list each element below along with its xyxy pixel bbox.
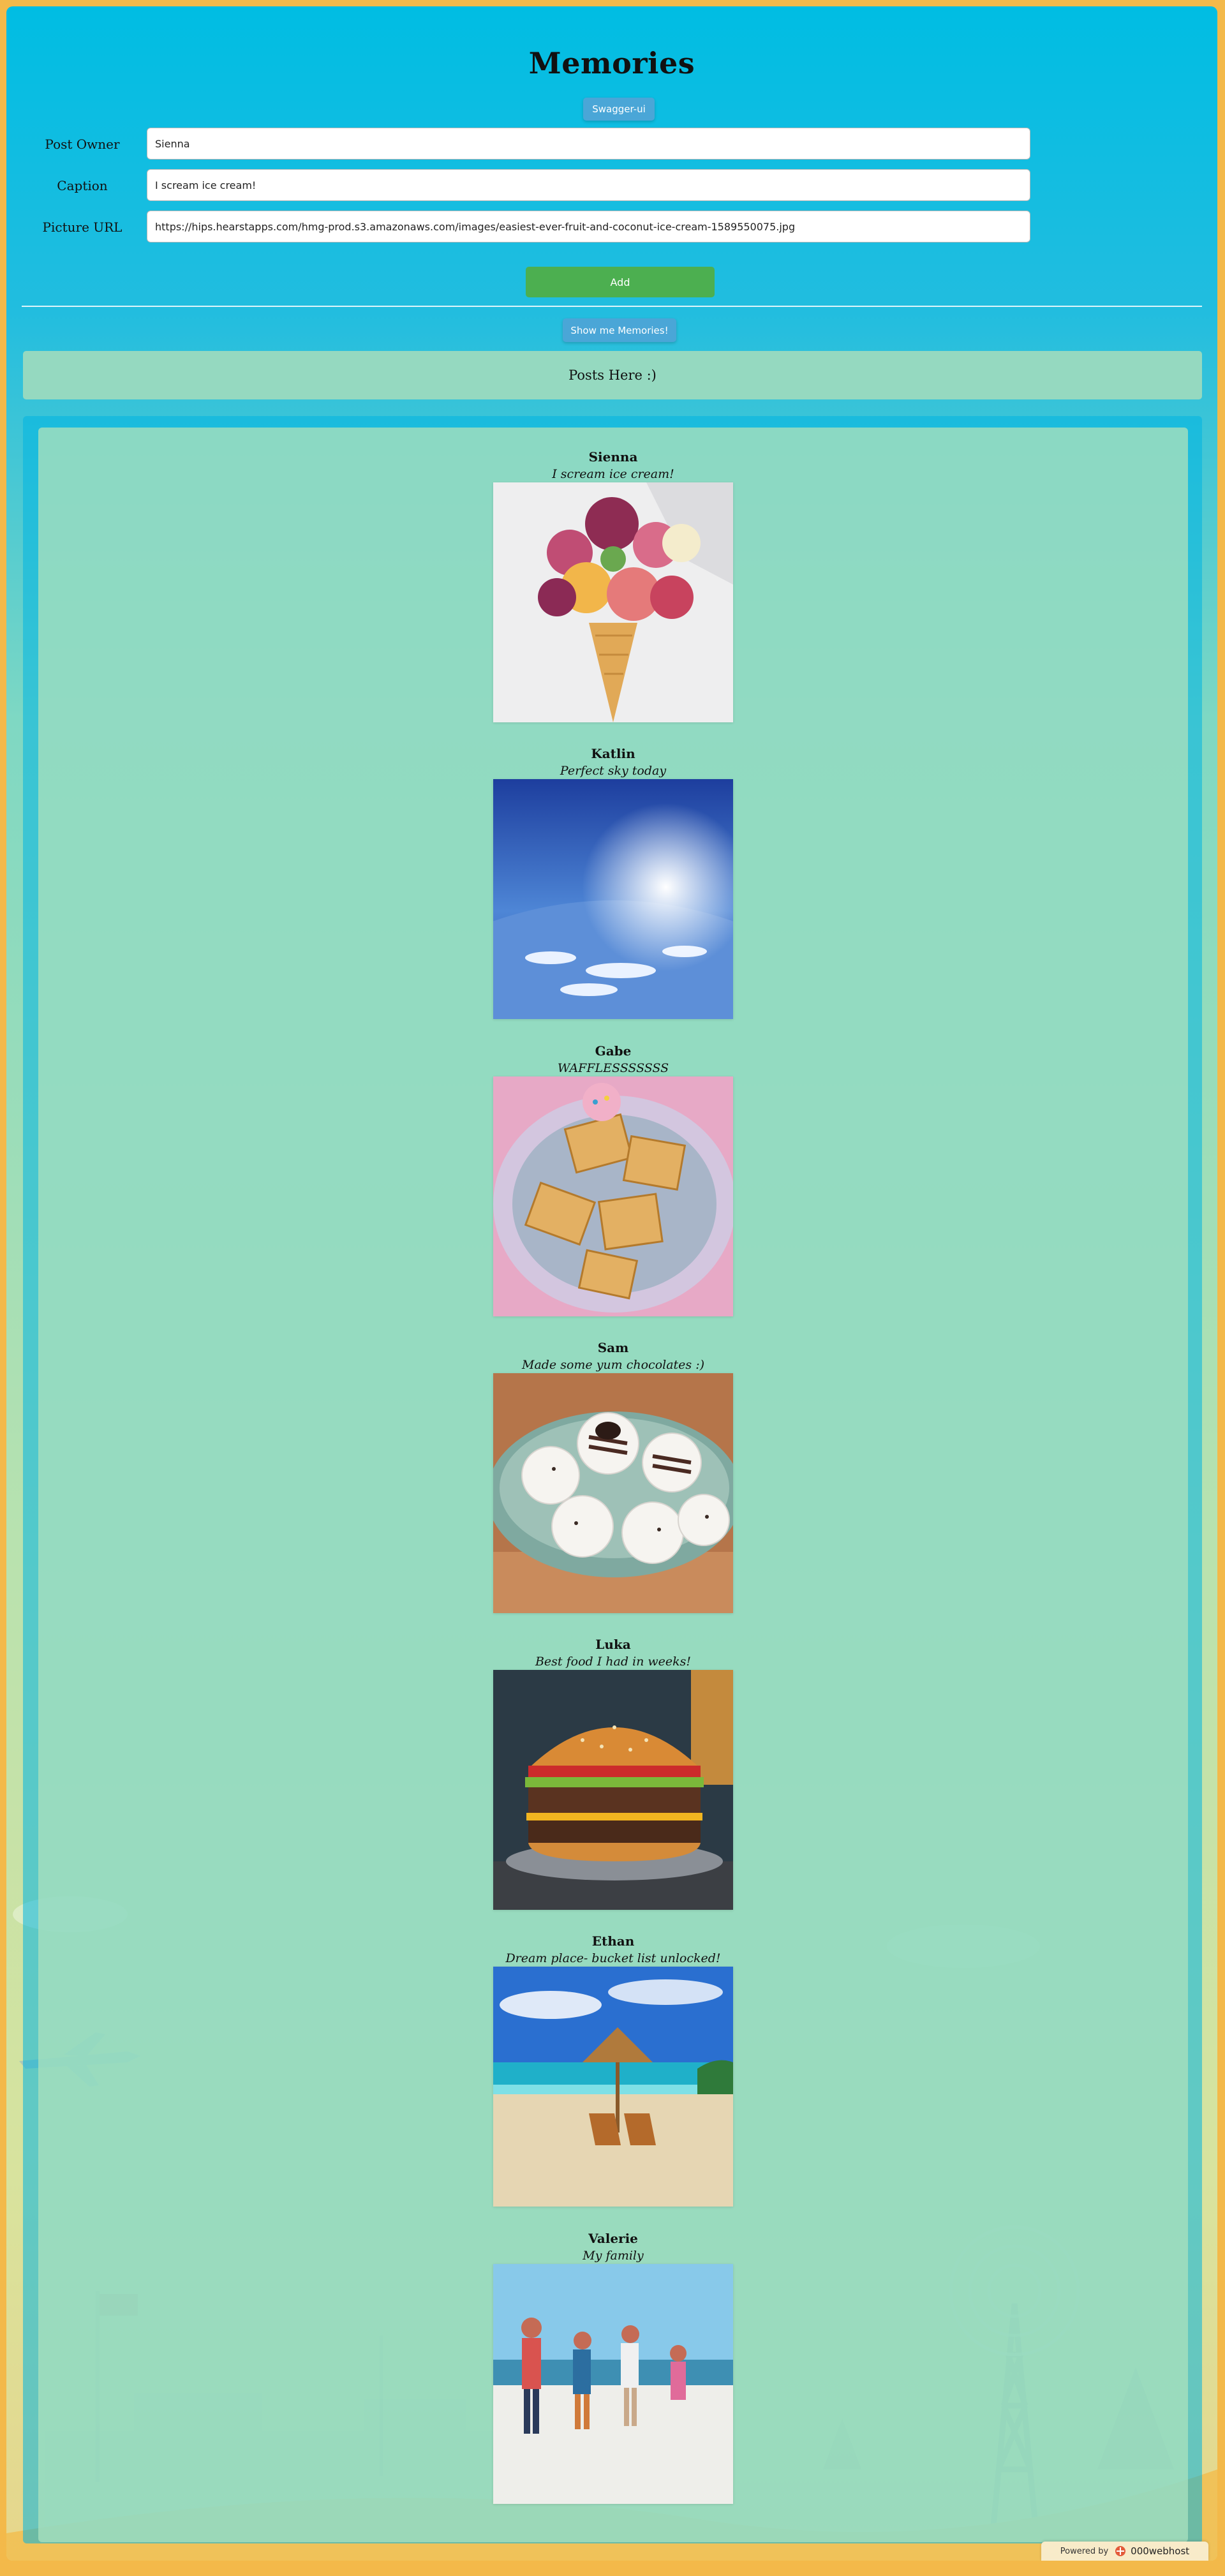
post-owner-label: Post Owner: [45, 137, 120, 152]
post-owner: Ethan: [591, 1933, 635, 1949]
post-owner: Valerie: [588, 2231, 638, 2246]
caption-row: Caption: [28, 169, 1036, 202]
post-image-waffles: [493, 1076, 733, 1316]
post-owner: Sam: [597, 1340, 629, 1355]
post-caption: Dream place- bucket list unlocked!: [505, 1951, 721, 1965]
post-item: Valerie My family: [38, 2230, 1188, 2504]
post-caption: My family: [583, 2249, 644, 2263]
picture-url-input[interactable]: [147, 211, 1030, 242]
post-image-chocolates: [493, 1373, 733, 1613]
post-item: Katlin Perfect sky today: [38, 745, 1188, 1019]
add-button[interactable]: Add: [526, 267, 715, 297]
caption-label: Caption: [57, 178, 108, 193]
post-caption: I scream ice cream!: [552, 467, 674, 481]
host-logo: 000webhost: [1113, 2545, 1189, 2557]
post-item: Luka Best food I had in weeks!: [38, 1635, 1188, 1910]
picture-url-label: Picture URL: [42, 220, 122, 235]
post-item: Ethan Dream place- bucket list unlocked!: [38, 1932, 1188, 2207]
post-image-burger: [493, 1670, 733, 1910]
page-title: Memories: [528, 46, 695, 80]
host-name: 000webhost: [1131, 2545, 1190, 2557]
post-caption: Best food I had in weeks!: [535, 1655, 692, 1669]
post-image-beach: [493, 1967, 733, 2207]
post-item: Gabe WAFFLESSSSSSS: [38, 1042, 1188, 1316]
post-image-sky: [493, 779, 733, 1019]
divider: [22, 306, 1202, 307]
post-caption: WAFFLESSSSSSS: [557, 1061, 669, 1075]
post-owner-row: Post Owner: [28, 128, 1036, 161]
caption-input[interactable]: [147, 169, 1030, 201]
powered-by-badge[interactable]: Powered by 000webhost: [1041, 2542, 1208, 2561]
app-page: Memories Swagger-ui Post Owner Caption P…: [6, 6, 1217, 2561]
post-owner: Sienna: [588, 449, 638, 465]
post-item: Sienna I scream ice cream!: [38, 448, 1188, 722]
post-item: Sam Made some yum chocolates :): [38, 1339, 1188, 1613]
post-owner: Katlin: [591, 746, 635, 761]
swagger-ui-button[interactable]: Swagger-ui: [583, 98, 655, 121]
post-caption: Perfect sky today: [560, 764, 667, 778]
show-memories-button[interactable]: Show me Memories!: [563, 318, 676, 342]
post-owner-input[interactable]: [147, 128, 1030, 160]
post-caption: Made some yum chocolates :): [521, 1358, 705, 1372]
host-logo-icon: [1115, 2546, 1126, 2556]
powered-by-label: Powered by: [1060, 2546, 1109, 2556]
post-image-family: [493, 2264, 733, 2504]
post-owner: Luka: [595, 1637, 631, 1652]
post-image-ice-cream: [493, 482, 733, 722]
picture-url-row: Picture URL: [28, 211, 1036, 244]
posts-banner: Posts Here :): [23, 351, 1202, 399]
post-owner: Gabe: [595, 1043, 632, 1059]
